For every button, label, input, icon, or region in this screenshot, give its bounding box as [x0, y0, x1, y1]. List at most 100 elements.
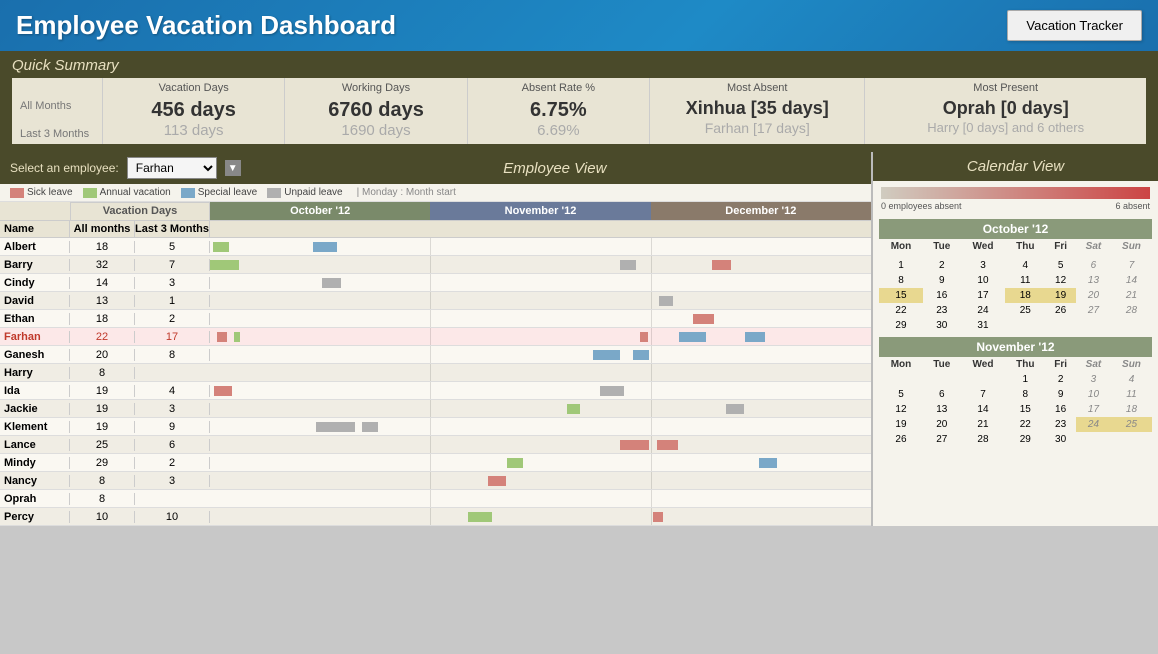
working-days-all: 6760 days	[293, 98, 458, 122]
calendar-day: 6	[1076, 258, 1111, 273]
employee-row: Klement199	[0, 418, 871, 436]
calendar-day: 8	[1005, 387, 1045, 402]
employee-chart	[210, 274, 871, 291]
calendar-day: 29	[1005, 432, 1045, 447]
calendar-day: 6	[923, 387, 961, 402]
legend-annual: Annual vacation	[83, 187, 171, 198]
employee-toolbar: Select an employee: Farhan ▼ Employee Vi…	[0, 152, 871, 184]
employee-chart	[210, 490, 871, 507]
calendar-day: 3	[1076, 372, 1111, 387]
calendar-day: 7	[1111, 258, 1152, 273]
th-sun: Sun	[1111, 239, 1152, 254]
most-present-header: Most Present	[873, 82, 1138, 94]
employee-last3: 8	[135, 349, 210, 361]
calendar-day	[1005, 318, 1045, 333]
employee-name: Percy	[0, 511, 70, 523]
employee-name: Barry	[0, 259, 70, 271]
calendar-day: 10	[1076, 387, 1111, 402]
calendar-day: 15	[1005, 402, 1045, 417]
calendar-day: 14	[1111, 273, 1152, 288]
november-calendar: November '12 Mon Tue Wed Thu Fri Sat Sun…	[879, 337, 1152, 447]
vacation-days-last3: 113 days	[111, 122, 276, 139]
calendar-day: 19	[879, 417, 923, 432]
metric-most-absent: Most Absent Xinhua [35 days] Farhan [17 …	[649, 78, 864, 144]
employee-all-months: 22	[70, 331, 135, 343]
vacation-bar	[507, 458, 523, 468]
employee-name: Harry	[0, 367, 70, 379]
calendar-day: 18	[1111, 402, 1152, 417]
calendar-day: 13	[923, 402, 961, 417]
calendar-day: 16	[923, 288, 961, 303]
vacation-bar	[213, 242, 229, 252]
name-col-header: Name	[0, 221, 70, 237]
calendar-day: 30	[1045, 432, 1076, 447]
calendar-day: 17	[961, 288, 1006, 303]
employee-chart	[210, 346, 871, 363]
th-fri: Fri	[1045, 239, 1076, 254]
vacation-bar	[745, 332, 765, 342]
calendar-day: 2	[923, 258, 961, 273]
calendar-day: 30	[923, 318, 961, 333]
most-absent-header: Most Absent	[658, 82, 856, 94]
vacation-bar	[633, 350, 649, 360]
vacation-bar	[217, 332, 228, 342]
vacation-bar	[316, 422, 356, 432]
employee-all-months: 8	[70, 367, 135, 379]
vacation-bar	[693, 314, 714, 324]
employee-row: Mindy292	[0, 454, 871, 472]
vacation-tracker-button[interactable]: Vacation Tracker	[1007, 10, 1142, 41]
th-tue2: Tue	[923, 357, 961, 372]
calendar-day: 25	[1005, 303, 1045, 318]
calendar-day: 21	[961, 417, 1006, 432]
calendar-day: 3	[961, 258, 1006, 273]
employee-name: Farhan	[0, 331, 70, 343]
metric-working-days: Working Days 6760 days 1690 days	[284, 78, 466, 144]
column-subheaders: Name All months Last 3 Months	[0, 221, 871, 238]
employee-all-months: 32	[70, 259, 135, 271]
th-thu2: Thu	[1005, 357, 1045, 372]
calendar-day: 14	[961, 402, 1006, 417]
october-table: Mon Tue Wed Thu Fri Sat Sun 123456789101…	[879, 239, 1152, 333]
calendar-day: 21	[1111, 288, 1152, 303]
legend-unpaid-label: Unpaid leave	[284, 187, 342, 198]
calendar-day: 19	[1045, 288, 1076, 303]
employee-chart	[210, 508, 871, 525]
vacation-days-header: Vacation Days	[111, 82, 276, 94]
employee-all-months: 18	[70, 241, 135, 253]
employee-chart	[210, 292, 871, 309]
employee-rows-container: Albert185Barry327Cindy143David131Ethan18…	[0, 238, 871, 526]
employee-chart	[210, 310, 871, 327]
calendar-day: 18	[1005, 288, 1045, 303]
employee-row: Barry327	[0, 256, 871, 274]
legend-monday-info: | Monday : Month start	[357, 187, 456, 198]
most-absent-all: Xinhua [35 days]	[658, 98, 856, 120]
calendar-day: 20	[1076, 288, 1111, 303]
employee-row: Farhan2217	[0, 328, 871, 346]
absence-left-label: 0 employees absent	[881, 201, 962, 211]
th-sun2: Sun	[1111, 357, 1152, 372]
employee-all-months: 29	[70, 457, 135, 469]
employee-panel: Select an employee: Farhan ▼ Employee Vi…	[0, 152, 873, 526]
calendar-day: 31	[961, 318, 1006, 333]
employee-row: Harry8	[0, 364, 871, 382]
employee-select[interactable]: Farhan	[127, 157, 217, 179]
october-calendar: October '12 Mon Tue Wed Thu Fri Sat Sun …	[879, 219, 1152, 333]
employee-row: Nancy83	[0, 472, 871, 490]
working-days-last3: 1690 days	[293, 122, 458, 139]
calendar-day: 15	[879, 288, 923, 303]
month-headers: October '12 November '12 December '12	[210, 202, 871, 220]
employee-view-title: Employee View	[249, 160, 861, 177]
most-absent-last3: Farhan [17 days]	[658, 120, 856, 136]
last3-col-header: Last 3 Months	[135, 221, 210, 237]
vacation-bar	[712, 260, 731, 270]
employee-chart	[210, 328, 871, 345]
employee-last3: 10	[135, 511, 210, 523]
employee-row: Albert185	[0, 238, 871, 256]
calendar-day	[1076, 318, 1111, 333]
employee-chart	[210, 382, 871, 399]
calendar-view-title: Calendar View	[967, 158, 1064, 175]
employee-all-months: 25	[70, 439, 135, 451]
calendar-day	[1045, 318, 1076, 333]
vacation-bar	[313, 242, 337, 252]
calendar-day: 25	[1111, 417, 1152, 432]
